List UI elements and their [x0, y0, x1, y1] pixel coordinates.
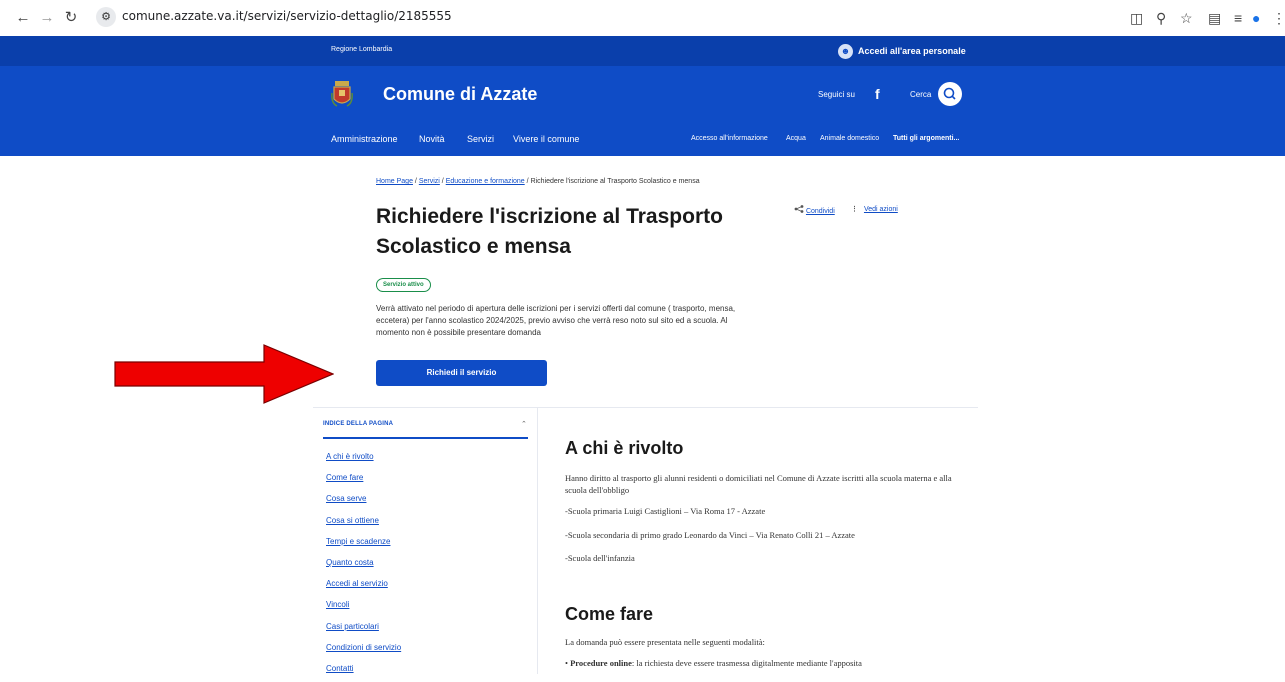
- section-paragraph: La domanda può essere presentata nelle s…: [565, 637, 765, 647]
- red-arrow-annotation: [114, 344, 334, 404]
- index-link-condizioni-di-servizio[interactable]: Condizioni di servizio: [326, 640, 401, 661]
- index-link-vincoli[interactable]: Vincoli: [326, 597, 401, 618]
- nav-vivere-il-comune[interactable]: Vivere il comune: [513, 134, 579, 144]
- breadcrumb-separator: /: [414, 178, 417, 185]
- status-badge: Servizio attivo: [376, 278, 431, 292]
- url-text: comune.azzate.va.it/servizi/servizio-det…: [122, 9, 452, 23]
- share-icon: [794, 205, 804, 213]
- progress-bar: [323, 437, 528, 439]
- breadcrumb-home[interactable]: Home Page: [376, 178, 413, 185]
- address-bar[interactable]: ⚙ comune.azzate.va.it/servizi/servizio-d…: [90, 5, 1000, 29]
- breadcrumb-educazione[interactable]: Educazione e formazione: [446, 178, 525, 185]
- actions-button[interactable]: ⋮ Vedi azioni: [851, 205, 898, 213]
- facebook-icon[interactable]: f: [875, 86, 880, 102]
- section-paragraph: -Scuola dell'infanzia: [565, 553, 635, 563]
- nav-amministrazione[interactable]: Amministrazione: [331, 134, 398, 144]
- follow-label: Seguici su: [818, 90, 855, 99]
- page-title: Richiedere l'iscrizione al Trasporto Sco…: [376, 202, 766, 262]
- section-paragraph: Hanno diritto al trasporto gli alunni re…: [565, 473, 952, 495]
- list-item: • Procedure online: la richiesta deve es…: [565, 658, 965, 668]
- index-link-casi-particolari[interactable]: Casi particolari: [326, 619, 401, 640]
- browser-toolbar: ← → ↻ ⚙ comune.azzate.va.it/servizi/serv…: [0, 0, 1285, 37]
- more-vertical-icon: ⋮: [851, 206, 858, 213]
- arrow-right-icon[interactable]: →: [38, 9, 56, 27]
- page-title-line: Richiedere l'iscrizione al Trasporto: [376, 205, 723, 228]
- arrow-left-icon[interactable]: ←: [14, 9, 32, 27]
- index-link-quanto-costa[interactable]: Quanto costa: [326, 555, 401, 576]
- extensions-icon[interactable]: ▤: [1208, 9, 1221, 27]
- page-index-list: A chi è rivolto Come fare Cosa serve Cos…: [326, 449, 401, 682]
- request-service-button[interactable]: Richiedi il servizio: [376, 360, 547, 386]
- actions-label: Vedi azioni: [863, 206, 898, 213]
- index-link-come-fare[interactable]: Come fare: [326, 470, 401, 491]
- index-link-tempi-e-scadenze[interactable]: Tempi e scadenze: [326, 534, 401, 555]
- index-link-contatti[interactable]: Contatti: [326, 661, 401, 682]
- bullet-bold: Procedure online: [570, 658, 632, 668]
- share-label: Condividi: [805, 208, 835, 215]
- login-button[interactable]: ☻ Accedi all'area personale: [838, 42, 966, 60]
- breadcrumb-servizi[interactable]: Servizi: [419, 178, 440, 185]
- subnav-accesso-informazione[interactable]: Accesso all'informazione: [691, 135, 768, 142]
- breadcrumb-separator: /: [526, 178, 529, 185]
- share-button[interactable]: Condividi: [794, 205, 835, 215]
- search-label: Cerca: [910, 90, 932, 99]
- index-link-accedi-al-servizio[interactable]: Accedi al servizio: [326, 576, 401, 597]
- section-title-come-fare: Come fare: [565, 604, 654, 624]
- search-icon: [943, 87, 956, 100]
- search-button[interactable]: [938, 82, 962, 106]
- section-paragraph: -Scuola primaria Luigi Castiglioni – Via…: [565, 506, 766, 516]
- breadcrumb-current: Richiedere l'iscrizione al Trasporto Sco…: [530, 178, 700, 185]
- login-label: Accedi all'area personale: [858, 46, 966, 56]
- town-crest-icon[interactable]: [331, 79, 353, 109]
- section-title-a-chi-e-rivolto: A chi è rivolto: [565, 438, 684, 458]
- index-link-a-chi-e-rivolto[interactable]: A chi è rivolto: [326, 449, 401, 470]
- site-header: Regione Lombardia ☻ Accedi all'area perso…: [0, 36, 1285, 156]
- bookmark-star-icon[interactable]: ☆: [1180, 9, 1193, 27]
- breadcrumb-separator: /: [441, 178, 444, 185]
- screen-share-icon[interactable]: ◫: [1130, 9, 1143, 27]
- page-title-line: Scolastico e mensa: [376, 235, 571, 258]
- menu-kebab-icon[interactable]: ⋮: [1272, 9, 1285, 27]
- subnav-tutti-argomenti[interactable]: Tutti gli argomenti...: [893, 135, 959, 142]
- user-icon: ☻: [838, 44, 853, 60]
- region-link[interactable]: Regione Lombardia: [331, 46, 392, 53]
- breadcrumb: Home Page / Servizi / Educazione e forma…: [376, 178, 700, 185]
- zoom-icon[interactable]: ⚲: [1156, 9, 1166, 27]
- page-index-heading: INDICE DELLA PAGINA: [323, 421, 394, 427]
- service-description: Verrà attivato nel periodo di apertura d…: [376, 304, 736, 337]
- nav-novita[interactable]: Novità: [419, 134, 445, 144]
- profile-icon[interactable]: ●: [1252, 9, 1260, 27]
- page-index: INDICE DELLA PAGINA ⌃ A chi è rivolto Co…: [313, 407, 538, 674]
- index-link-cosa-si-ottiene[interactable]: Cosa si ottiene: [326, 513, 401, 534]
- nav-servizi[interactable]: Servizi: [467, 134, 494, 144]
- index-link-cosa-serve[interactable]: Cosa serve: [326, 491, 401, 512]
- subnav-animale-domestico[interactable]: Animale domestico: [820, 135, 879, 142]
- subnav-acqua[interactable]: Acqua: [786, 135, 806, 142]
- section-paragraph: -Scuola secondaria di primo grado Leonar…: [565, 530, 855, 540]
- reading-list-icon[interactable]: ≡: [1234, 9, 1242, 27]
- chevron-up-icon[interactable]: ⌃: [521, 420, 527, 428]
- reload-icon[interactable]: ↻: [62, 9, 80, 27]
- top-strip: Regione Lombardia ☻ Accedi all'area perso…: [0, 36, 1285, 66]
- site-info-icon[interactable]: ⚙: [96, 7, 116, 27]
- town-name[interactable]: Comune di Azzate: [383, 84, 537, 105]
- bullet-text: : la richiesta deve essere trasmessa dig…: [631, 658, 862, 668]
